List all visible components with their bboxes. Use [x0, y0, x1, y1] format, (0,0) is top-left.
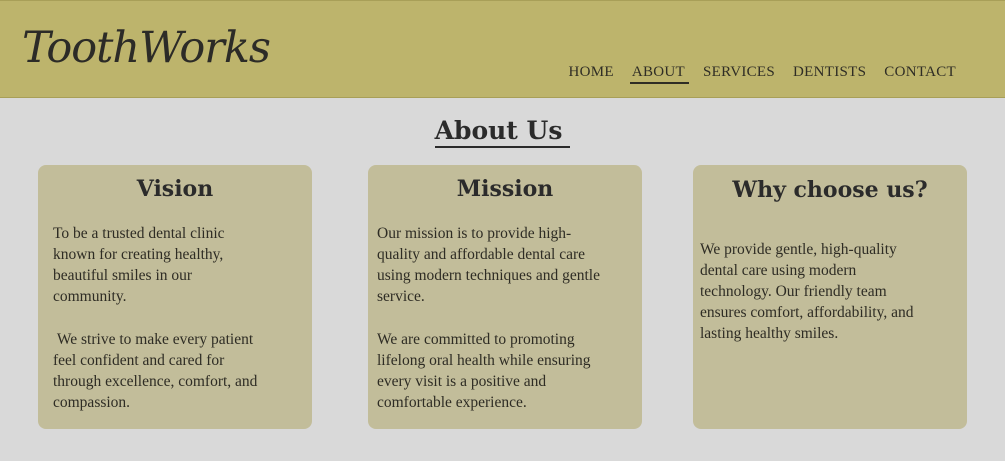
site-header: ToothWorks HOME ABOUT SERVICES DENTISTS …	[0, 0, 1005, 98]
page-title-wrapper: About Us	[0, 114, 1005, 148]
page-title: About Us	[434, 116, 571, 148]
nav-home-link[interactable]: HOME	[559, 63, 622, 81]
mission-card-title: Mission	[456, 176, 554, 202]
why-choose-us-card: Why choose us? We provide gentle, high-q…	[693, 165, 967, 429]
why-choose-us-card-paragraph: We provide gentle, high-quality dental c…	[700, 241, 914, 342]
mission-card: Mission Our mission is to provide high- …	[368, 165, 642, 429]
vision-card-paragraph-2: We strive to make every patient feel con…	[53, 331, 258, 411]
mission-card-paragraph-2: We are committed to promoting lifelong o…	[377, 331, 591, 411]
nav-services-link[interactable]: SERVICES	[694, 63, 784, 81]
nav-contact-link[interactable]: CONTACT	[875, 63, 965, 81]
nav-about-link[interactable]: ABOUT	[623, 63, 694, 84]
vision-card: Vision To be a trusted dental clinic kno…	[38, 165, 312, 429]
toothworks-logo[interactable]: ToothWorks	[22, 27, 271, 70]
why-choose-us-card-title: Why choose us?	[732, 177, 928, 203]
mission-card-paragraph-1: Our mission is to provide high- quality …	[377, 225, 600, 305]
vision-card-title: Vision	[136, 176, 214, 202]
vision-card-paragraph-1: To be a trusted dental clinic known for …	[53, 225, 225, 305]
nav-dentists-link[interactable]: DENTISTS	[784, 63, 875, 81]
main-nav: HOME ABOUT SERVICES DENTISTS CONTACT	[559, 63, 965, 84]
